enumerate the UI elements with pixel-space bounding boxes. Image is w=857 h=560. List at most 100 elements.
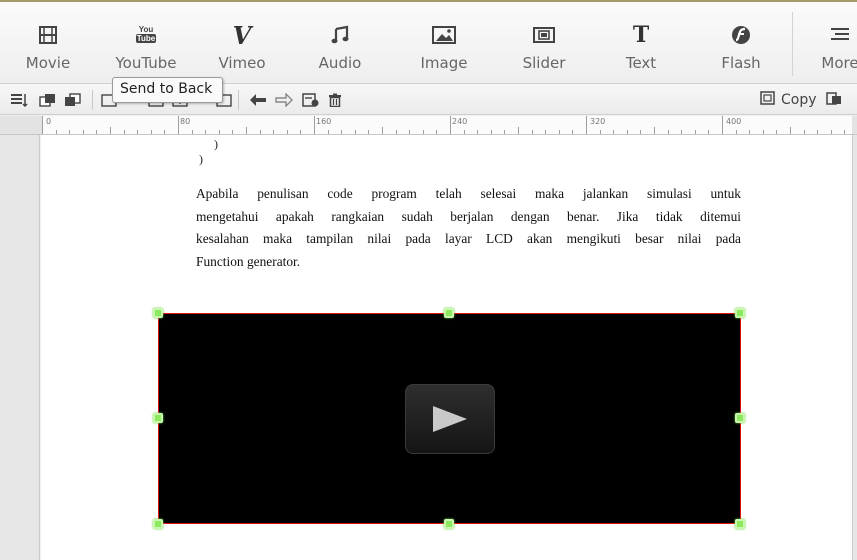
ruler-mark: 80 <box>180 117 191 126</box>
ruler-tick <box>355 130 356 134</box>
resize-handle-top[interactable] <box>444 308 454 318</box>
ruler-tick <box>178 116 179 134</box>
ruler-tick <box>56 130 57 134</box>
ruler-tick <box>232 130 233 134</box>
ruler-tick <box>396 130 397 134</box>
ruler-mark: 160 <box>316 117 332 126</box>
paragraph-line: Function generator. <box>196 253 301 269</box>
ruler-tick <box>763 130 764 134</box>
slider-icon <box>506 22 582 48</box>
ruler-tick <box>110 127 111 134</box>
trash-icon[interactable] <box>327 92 343 108</box>
ruler-tick <box>586 116 587 134</box>
movie-button[interactable]: Movie <box>10 2 86 84</box>
ruler-tick <box>314 116 315 134</box>
ruler-tick <box>491 130 492 134</box>
ruler-tick <box>817 130 818 134</box>
ruler-tick <box>804 130 805 134</box>
left-gutter <box>0 135 40 560</box>
ruler-tick <box>776 130 777 134</box>
resize-handle-bottom-left[interactable] <box>153 519 163 529</box>
play-button[interactable] <box>405 384 495 454</box>
send-to-back-tooltip: Send to Back <box>112 77 223 103</box>
movie-label: Movie <box>25 54 71 72</box>
ruler-tick <box>518 127 519 134</box>
ruler-tick <box>164 130 165 134</box>
more-button[interactable]: More <box>802 2 857 84</box>
ruler-tick <box>260 130 261 134</box>
ruler-tick <box>613 130 614 134</box>
resize-handle-right[interactable] <box>735 413 745 423</box>
ruler-tick <box>790 127 791 134</box>
copy-button[interactable]: Copy <box>760 89 842 111</box>
text-label: Text <box>625 54 657 72</box>
ruler-tick <box>831 130 832 134</box>
ruler-tick <box>219 130 220 134</box>
undo-icon[interactable] <box>248 92 268 108</box>
vimeo-icon: V <box>232 20 252 50</box>
embedded-video-player[interactable] <box>158 313 741 524</box>
image-label: Image <box>420 54 468 72</box>
horizontal-ruler: 0 80 160 240 320 400 <box>0 116 857 135</box>
ruler-tick <box>695 130 696 134</box>
right-scroll-gutter[interactable] <box>852 135 857 560</box>
more-icon <box>802 22 857 48</box>
ruler-tick <box>83 130 84 134</box>
vimeo-button[interactable]: V Vimeo <box>204 2 280 84</box>
subtoolbar-divider <box>92 90 93 110</box>
ruler-tick <box>844 130 845 134</box>
ruler-tick <box>42 116 43 134</box>
flash-button[interactable]: Flash <box>703 2 779 84</box>
ruler-tick <box>559 130 560 134</box>
youtube-label: YouTube <box>115 54 177 72</box>
properties-icon[interactable] <box>302 92 320 108</box>
music-note-icon <box>302 22 378 48</box>
ruler-tick <box>96 130 97 134</box>
paragraph-line: mengetahui apakah rangkaian sudah berjal… <box>196 208 741 224</box>
ruler-tick <box>668 130 669 134</box>
slider-label: Slider <box>522 54 566 72</box>
youtube-icon: You Tube <box>135 25 157 43</box>
ruler-tick <box>640 130 641 134</box>
ruler-tick <box>708 130 709 134</box>
resize-handle-top-right[interactable] <box>735 308 745 318</box>
vimeo-label: Vimeo <box>218 54 266 72</box>
resize-handle-top-left[interactable] <box>153 308 163 318</box>
copy-icon <box>760 91 776 109</box>
text-button[interactable]: T Text <box>603 2 679 84</box>
flash-icon <box>703 22 779 48</box>
paragraph-line: kesalahan maka tampilan nilai pada layar… <box>196 231 741 246</box>
insert-toolbar: Movie You Tube YouTube V Vimeo Audio Imag… <box>0 0 857 84</box>
ruler-tick <box>124 130 125 134</box>
ruler-mark: 0 <box>46 117 52 126</box>
youtube-button[interactable]: You Tube YouTube <box>108 2 184 84</box>
image-button[interactable]: Image <box>406 2 482 84</box>
send-backward-icon[interactable] <box>64 92 84 108</box>
ruler-tick <box>532 130 533 134</box>
bring-forward-icon[interactable] <box>39 92 59 108</box>
resize-handle-bottom[interactable] <box>444 519 454 529</box>
ruler-tick <box>273 130 274 134</box>
slider-button[interactable]: Slider <box>506 2 582 84</box>
ruler-mark: 400 <box>726 117 742 126</box>
ruler-tick <box>287 130 288 134</box>
ruler-tick <box>436 130 437 134</box>
resize-handle-left[interactable] <box>153 413 163 423</box>
more-label: More <box>821 54 857 72</box>
ruler-tick <box>328 130 329 134</box>
ruler-tick <box>192 130 193 134</box>
text-icon: T <box>632 22 650 48</box>
redo-icon[interactable] <box>274 92 294 108</box>
paste-icon[interactable] <box>825 91 842 109</box>
ruler-tick <box>627 130 628 134</box>
ruler-tick <box>205 130 206 134</box>
resize-handle-bottom-right[interactable] <box>735 519 745 529</box>
audio-button[interactable]: Audio <box>302 2 378 84</box>
toolbar-divider <box>792 12 793 76</box>
ruler-tick <box>409 130 410 134</box>
flash-label: Flash <box>721 54 761 72</box>
ruler-tick <box>572 130 573 134</box>
align-icon[interactable] <box>10 92 28 108</box>
ruler-tick <box>749 130 750 134</box>
ruler-tick <box>151 130 152 134</box>
